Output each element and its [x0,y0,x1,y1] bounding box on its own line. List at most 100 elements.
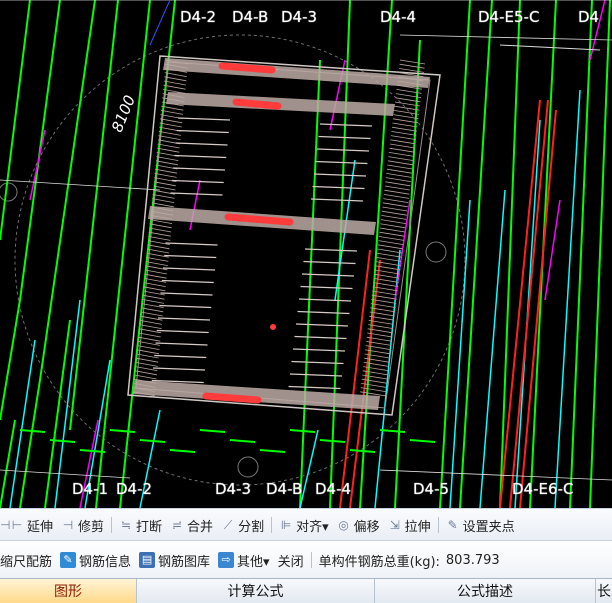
white-line [0,179,161,191]
hatch-line [147,248,170,254]
set-point-icon: ✎ [447,518,458,532]
axis-label-bottom-2: D4-2 [116,480,153,498]
hatch-line [379,227,405,233]
hatch-line [140,311,163,317]
hatch-line [388,156,414,161]
offset-button[interactable]: ◎ 偏移 [333,509,384,541]
axis-label-bottom-6: D4-5 [413,480,450,498]
hatch-line [161,105,184,111]
toolbar-separator [310,552,312,568]
rung-line [289,373,343,377]
other-label: 其他▾ [237,554,270,570]
hatch-line [159,122,182,128]
rung-line [316,148,370,152]
rebar-info-button[interactable]: ✎ 钢筋信息 [56,541,135,579]
other-button[interactable]: ⇨ 其他▾ [214,541,274,579]
trim-button[interactable]: ⊣ 修剪 [57,509,108,541]
hatch-line [380,219,406,224]
hatch-line [155,160,178,166]
green-line [349,449,376,453]
split-icon: ⟋ [223,518,233,532]
axis-label-top-5: D4-E5-C [478,8,540,26]
hatch-line [392,122,418,128]
hatch-line [381,215,407,220]
axis-label-bottom-4: D4-B [266,480,303,498]
green-line [0,419,16,508]
axis-label-bottom-3: D4-3 [215,480,252,498]
toolbar-separator [111,517,113,533]
rung-line [310,198,364,202]
hatch-line [389,147,415,153]
rebar-info-icon: ✎ [60,552,77,568]
total-weight: 单构件钢筋总重(kg): 803.793 [315,541,504,579]
rung-line [152,367,206,371]
rebar-info-label: 钢筋信息 [79,554,132,570]
hatch-line [144,269,168,275]
green-line [259,449,286,453]
hatch-line [389,143,415,149]
split-button[interactable]: ⟋ 分割 [217,509,268,541]
column-header-formula[interactable]: 计算公式 [137,579,375,603]
hatch-line [143,286,166,292]
rung-line [172,167,226,171]
trim-label: 修剪 [78,519,105,535]
hatch-line [391,126,417,132]
hatch-line [148,236,171,241]
rung-line [288,385,341,390]
hatch-line [377,244,403,250]
break-button[interactable]: ≒ 打断 [115,509,166,541]
green-line [299,59,321,508]
rebar-library-button[interactable]: ▤ 钢筋图库 [135,541,214,579]
extend-button[interactable]: ⊢ 延伸 [6,509,57,541]
close-button[interactable]: 关闭 [274,541,308,579]
rung-line [294,335,347,340]
break-icon: ≒ [120,518,132,532]
align-button[interactable]: ⊫ 对齐▾ [275,509,333,541]
rung-line [312,185,365,190]
hatch-line [383,198,409,203]
hatch-line [381,210,407,216]
hatch-line [390,139,416,145]
hatch-line [143,282,166,287]
hatch-line [379,231,405,237]
rung-line [157,317,211,321]
hatch-line [152,194,175,199]
scale-rebar-button[interactable]: 缩尺配筋 [0,541,56,579]
grip-circle-left [0,182,18,202]
hatch-line [163,84,186,90]
hatch-line [384,185,410,191]
hatch-line [141,299,165,304]
stair-rebar-cage [127,55,441,416]
stretch-label: 拉伸 [404,519,431,535]
hatch-line [385,181,411,187]
white-line [399,34,612,41]
hatch-line [388,152,414,157]
rebar-rungs [151,117,373,390]
rung-line [315,160,368,165]
green-line [169,449,196,453]
hatch-line [382,206,408,212]
column-header-length[interactable]: 长 [596,579,612,603]
hatch-line [134,374,157,380]
hatch-line [136,357,159,363]
hatch-line [148,231,171,237]
rung-line [300,285,353,290]
slab-top [163,58,430,88]
column-header-shape[interactable]: 图形 [0,579,137,603]
stretch-button[interactable]: ⇲ 拉伸 [384,509,435,541]
green-line [319,439,346,443]
set-point-button[interactable]: ✎ 设置夹点 [442,509,519,541]
cad-viewport[interactable]: D4-2 D4-B D4-3 D4-4 D4-E5-C D4 D4-1 D4-2… [0,0,612,508]
axis-label-bottom-7: D4-E6-C [512,480,574,498]
hatch-line [152,198,175,203]
hatch-line [158,135,181,140]
axis-label-bottom-1: D4-1 [72,480,109,498]
green-line [199,429,226,433]
hatch-line [139,320,163,325]
white-line [0,469,131,479]
merge-button[interactable]: ≓ 合并 [166,509,217,541]
column-header-formula-description[interactable]: 公式描述 [375,579,596,603]
green-line [289,429,316,433]
extend-label: 延伸 [27,519,54,535]
hatch-line [384,189,410,195]
